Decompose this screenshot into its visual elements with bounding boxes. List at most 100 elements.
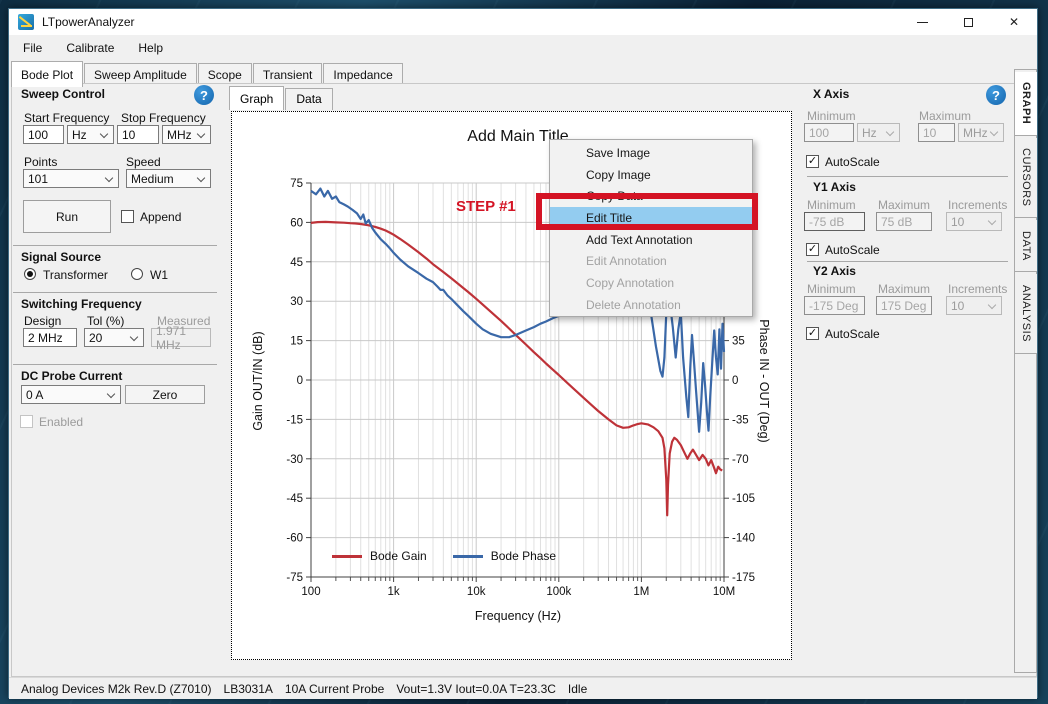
status-device: Analog Devices M2k Rev.D (Z7010) [21,682,212,696]
svg-text:-15: -15 [286,414,303,426]
app-window: LTpowerAnalyzer ✕ File Calibrate Help Bo… [8,8,1038,698]
left-axis-title: Gain OUT/IN (dB) [251,181,265,581]
menu-calibrate[interactable]: Calibrate [56,37,124,59]
transformer-radio[interactable] [24,268,36,280]
chevron-down-icon [197,174,205,182]
svg-text:100: 100 [301,586,320,598]
sweep-control-help-icon[interactable]: ? [194,85,214,105]
phase-legend-label: Bode Phase [491,549,556,563]
side-tab-graph[interactable]: GRAPH [1015,72,1037,136]
append-label: Append [140,210,181,224]
status-state: Idle [568,682,587,696]
x-max-unit-select: MHz [958,123,1004,142]
separator [807,261,1008,262]
phase-legend-swatch [453,555,483,558]
x-min-input[interactable]: 100 [804,123,854,142]
w1-radio[interactable] [131,268,143,280]
menu-help[interactable]: Help [128,37,173,59]
svg-text:-140: -140 [732,533,755,545]
x-max-input[interactable]: 10 [918,123,955,142]
svg-text:15: 15 [290,336,303,348]
tab-data[interactable]: Data [285,88,332,110]
svg-text:0: 0 [297,375,303,387]
switching-frequency-title: Switching Frequency [21,297,142,311]
measured-value: 1.971 MHz [151,328,211,347]
svg-text:-30: -30 [286,454,303,466]
separator [13,245,217,246]
y1-axis-title: Y1 Axis [813,180,856,194]
maximize-button[interactable] [945,9,991,35]
y1-min-input[interactable]: -75 dB [804,212,865,231]
menu-file[interactable]: File [13,37,52,59]
tol-select[interactable]: 20 [84,328,144,347]
right-axis-title: Phase IN - OUT (Deg) [757,181,771,581]
side-tab-analysis[interactable]: ANALYSIS [1015,274,1037,354]
y1-max-label: Maximum [878,198,930,212]
start-frequency-label: Start Frequency [24,111,109,125]
status-bar: Analog Devices M2k Rev.D (Z7010) LB3031A… [9,677,1037,699]
stop-frequency-input[interactable]: 10 [117,125,159,144]
y1-max-input[interactable]: 75 dB [876,212,932,231]
chevron-down-icon [886,128,894,136]
x-autoscale-checkbox[interactable]: ✓ [806,155,819,168]
axes-help-icon[interactable]: ? [986,85,1006,105]
y2-min-label: Minimum [807,282,856,296]
design-input[interactable]: 2 MHz [23,328,77,347]
points-label: Points [24,155,57,169]
stop-frequency-unit-select[interactable]: MHz [162,125,211,144]
y2-autoscale-checkbox[interactable]: ✓ [806,327,819,340]
run-button[interactable]: Run [23,200,111,233]
side-tab-cursors[interactable]: CURSORS [1015,138,1037,218]
start-frequency-input[interactable]: 100 [23,125,64,144]
zero-button[interactable]: Zero [125,385,205,404]
speed-select[interactable]: Medium [126,169,211,188]
svg-text:100k: 100k [546,586,571,598]
append-checkbox[interactable] [121,210,134,223]
y1-increments-select: 10 [946,212,1002,231]
menu-item-save-image[interactable]: Save Image [550,142,752,164]
close-button[interactable]: ✕ [991,9,1037,35]
y2-max-input[interactable]: 175 Deg [876,296,932,315]
menu-item-delete-annotation: Delete Annotation [550,294,752,316]
svg-text:1k: 1k [388,586,400,598]
chevron-down-icon [100,130,108,138]
dc-probe-current-select[interactable]: 0 A [21,385,121,404]
svg-text:45: 45 [290,257,303,269]
chevron-down-icon [105,174,113,182]
w1-label: W1 [150,268,168,282]
status-measurements: Vout=1.3V Iout=0.0A T=23.3C [396,682,556,696]
svg-text:-60: -60 [286,533,303,545]
design-label: Design [24,314,61,328]
svg-text:10k: 10k [467,586,486,598]
svg-text:75: 75 [290,178,303,190]
y1-autoscale-checkbox[interactable]: ✓ [806,243,819,256]
tab-graph[interactable]: Graph [229,86,284,110]
y2-min-input[interactable]: -175 Deg [804,296,865,315]
points-select[interactable]: 101 [23,169,119,188]
y1-autoscale-label: AutoScale [825,243,880,257]
step1-label: STEP #1 [456,198,516,215]
svg-text:1M: 1M [633,586,649,598]
x-min-label: Minimum [807,109,856,123]
stop-frequency-label: Stop Frequency [121,111,206,125]
app-icon [18,14,34,30]
svg-text:30: 30 [290,296,303,308]
chevron-down-icon [988,217,996,225]
chevron-down-icon [990,128,998,136]
tab-bode-plot[interactable]: Bode Plot [11,61,83,87]
side-tab-data[interactable]: DATA [1015,220,1037,272]
menu-item-copy-image[interactable]: Copy Image [550,164,752,186]
enabled-label: Enabled [39,415,83,429]
svg-text:-105: -105 [732,493,755,505]
start-frequency-unit-select[interactable]: Hz [67,125,114,144]
minimize-icon [917,22,928,23]
gain-legend-label: Bode Gain [370,549,427,563]
signal-source-title: Signal Source [21,250,101,264]
svg-text:-35: -35 [732,414,749,426]
minimize-button[interactable] [899,9,945,35]
chevron-down-icon [107,390,115,398]
svg-text:-70: -70 [732,454,749,466]
menu-item-add-text-annotation[interactable]: Add Text Annotation [550,229,752,251]
chart-legend: Bode Gain Bode Phase [332,549,556,563]
y2-increments-select: 10 [946,296,1002,315]
